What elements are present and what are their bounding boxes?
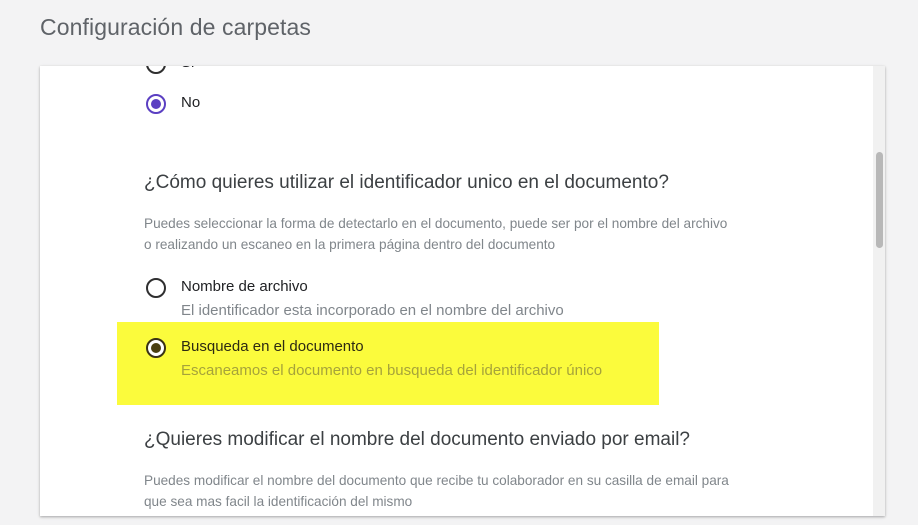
identifier-question: ¿Cómo quieres utilizar el identificador … [144, 172, 669, 193]
rename-helper-line1: Puedes modificar el nombre del documento… [144, 473, 729, 488]
radio-nombre-archivo-description: El identificador esta incorporado en el … [181, 302, 564, 319]
scrollbar-thumb[interactable] [876, 152, 883, 248]
highlighted-option: Busqueda en el documento Escaneamos el d… [117, 322, 659, 405]
radio-nombre-archivo-label: Nombre de archivo [181, 278, 308, 295]
radio-nombre-archivo[interactable] [146, 278, 166, 298]
radio-busqueda-documento[interactable] [146, 338, 166, 358]
radio-no[interactable] [146, 94, 166, 114]
scrollbar-track[interactable] [873, 66, 885, 516]
identifier-helper-text: Puedes seleccionar la forma de detectarl… [144, 213, 784, 255]
rename-helper-line2: que sea mas facil la identificación del … [144, 494, 413, 509]
settings-card: Si No ¿Cómo quieres utilizar el identifi… [40, 66, 885, 516]
radio-busqueda-documento-label: Busqueda en el documento [181, 338, 364, 355]
radio-si[interactable] [146, 66, 166, 74]
rename-question: ¿Quieres modificar el nombre del documen… [144, 429, 690, 450]
rename-helper-text: Puedes modificar el nombre del documento… [144, 470, 784, 512]
radio-no-label: No [181, 94, 201, 111]
page-title: Configuración de carpetas [40, 14, 311, 40]
identifier-helper-line1: Puedes seleccionar la forma de detectarl… [144, 216, 728, 231]
radio-busqueda-documento-description: Escaneamos el documento en busqueda del … [181, 362, 603, 379]
radio-si-label: Si [181, 66, 194, 71]
identifier-helper-line2: o realizando un escaneo en la primera pá… [144, 237, 556, 252]
settings-scroll-area[interactable]: Si No ¿Cómo quieres utilizar el identifi… [40, 66, 885, 516]
